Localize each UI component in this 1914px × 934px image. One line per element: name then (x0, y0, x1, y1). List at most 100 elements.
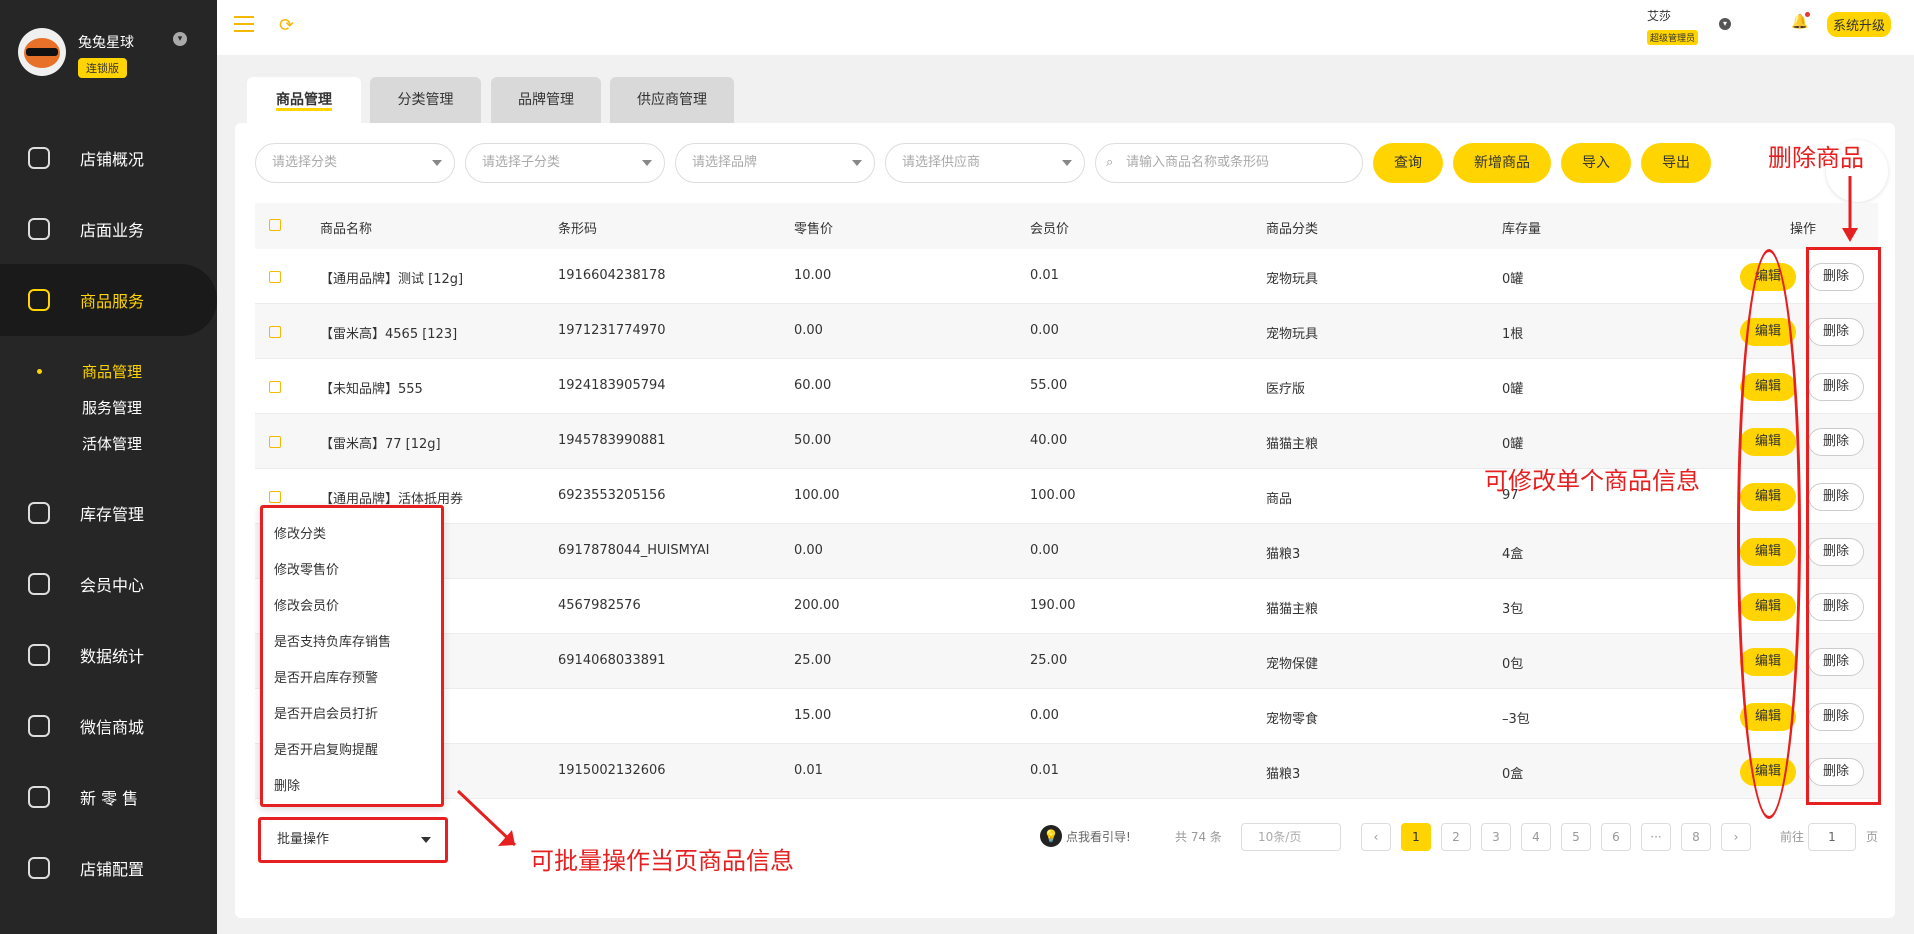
retail-price: 100.00 (794, 488, 840, 503)
batch-menu-item[interactable]: 是否开启会员打折 (274, 703, 378, 722)
row-checkbox[interactable] (269, 381, 281, 393)
member-price: 0.01 (1030, 268, 1059, 283)
barcode: 6923553205156 (558, 488, 666, 503)
guide-text: 点我看引导! (1066, 829, 1131, 844)
brand: 兔兔星球 连锁版 (18, 28, 134, 78)
add-product-button[interactable]: 新增商品 (1453, 143, 1551, 183)
category: 猫粮3 (1266, 547, 1301, 562)
goto-page-input[interactable]: 1 (1808, 823, 1856, 851)
stock: 0罐 (1502, 382, 1524, 397)
page-button[interactable]: 4 (1521, 823, 1551, 851)
page-button[interactable]: 3 (1481, 823, 1511, 851)
refresh-icon[interactable]: ⟳ (279, 15, 294, 36)
next-page-button[interactable]: › (1721, 823, 1751, 851)
retail-price: 15.00 (794, 708, 832, 723)
user-role-badge: 超级管理员 (1647, 30, 1699, 45)
box-icon (28, 502, 50, 524)
member-price: 25.00 (1030, 653, 1068, 668)
guide-link[interactable]: 💡 点我看引导! (1040, 825, 1131, 847)
annotation-delete: 删除商品 (1768, 144, 1864, 172)
member-price: 0.01 (1030, 763, 1059, 778)
batch-menu-item[interactable]: 修改分类 (274, 523, 326, 542)
prev-page-button[interactable]: ‹ (1361, 823, 1391, 851)
nav-item-members[interactable]: 会员中心 (0, 554, 217, 614)
nav-item-stats[interactable]: 数据统计 (0, 625, 217, 685)
batch-menu: 修改分类 修改零售价 修改会员价 是否支持负库存销售 是否开启库存预警 是否开启… (260, 505, 444, 807)
barcode: 1915002132606 (558, 763, 666, 778)
import-button[interactable]: 导入 (1561, 143, 1631, 183)
goto-label: 前往 (1780, 830, 1805, 844)
tab-category-management[interactable]: 分类管理 (370, 77, 481, 123)
annotation-edit: 可修改单个商品信息 (1484, 467, 1700, 495)
tab-brand-management[interactable]: 品牌管理 (491, 77, 601, 123)
nav-label: 会员中心 (80, 576, 145, 595)
retail-price: 50.00 (794, 433, 832, 448)
upgrade-button[interactable]: 系统升级 (1827, 12, 1892, 37)
page-button[interactable]: 1 (1401, 823, 1431, 851)
export-button[interactable]: 导出 (1641, 143, 1711, 183)
page-button[interactable]: 8 (1681, 823, 1711, 851)
retail-price: 0.01 (794, 763, 823, 778)
row-checkbox[interactable] (269, 326, 281, 338)
batch-operation-select[interactable]: 批量操作 (258, 817, 448, 863)
search-input[interactable]: ⌕ 请输入商品名称或条形码 (1095, 143, 1363, 183)
nav-item-overview[interactable]: 店铺概况 (0, 128, 217, 188)
member-price: 0.00 (1030, 543, 1059, 558)
subnav-service-management[interactable]: 服务管理 (82, 397, 142, 418)
active-dot (37, 369, 42, 374)
nav-item-products[interactable]: 商品服务 (0, 264, 217, 336)
row-checkbox[interactable] (269, 271, 281, 283)
member-price: 40.00 (1030, 433, 1068, 448)
product-name: 【通用品牌】测试 [12g] (320, 272, 464, 287)
query-button[interactable]: 查询 (1373, 143, 1443, 183)
avatar[interactable] (18, 28, 66, 76)
batch-menu-item[interactable]: 是否支持负库存销售 (274, 631, 391, 650)
row-checkbox[interactable] (269, 491, 281, 503)
batch-menu-item[interactable]: 是否开启复购提醒 (274, 739, 378, 758)
batch-menu-item[interactable]: 修改零售价 (274, 559, 339, 578)
chevron-down-icon[interactable]: ▾ (173, 32, 187, 46)
category: 猫猫主粮 (1266, 437, 1319, 452)
select-all-checkbox[interactable] (269, 219, 281, 231)
nav-label: 店面业务 (80, 221, 145, 240)
page-size-select[interactable]: 10条/页 (1241, 823, 1341, 851)
nav-label: 微信商城 (80, 718, 145, 737)
chevron-down-icon[interactable]: ▾ (1719, 18, 1731, 30)
brand-select[interactable]: 请选择品牌 (675, 143, 875, 183)
member-price: 55.00 (1030, 378, 1068, 393)
row-checkbox[interactable] (269, 436, 281, 448)
subnav-live-management[interactable]: 活体管理 (82, 433, 142, 454)
category-select[interactable]: 请选择分类 (255, 143, 455, 183)
tab-supplier-management[interactable]: 供应商管理 (610, 77, 734, 123)
page-button[interactable]: 6 (1601, 823, 1631, 851)
nav-item-wechat[interactable]: 微信商城 (0, 696, 217, 756)
nav-item-store[interactable]: 店面业务 (0, 199, 217, 259)
nav-item-inventory[interactable]: 库存管理 (0, 483, 217, 543)
page-unit: 页 (1866, 830, 1879, 844)
tab-label: 商品管理 (276, 92, 332, 111)
nav-item-retail[interactable]: 新 零 售 (0, 767, 217, 827)
batch-menu-item[interactable]: 修改会员价 (274, 595, 339, 614)
delete-annotation-box (1806, 247, 1881, 805)
subnav-product-management[interactable]: 商品管理 (82, 361, 142, 382)
page-ellipsis[interactable]: ··· (1641, 823, 1671, 851)
total-count: 共 74 条 (1175, 830, 1222, 844)
col-actions: 操作 (1790, 222, 1817, 237)
user-name[interactable]: 艾莎 (1647, 7, 1671, 24)
col-category: 商品分类 (1266, 222, 1319, 237)
supplier-select[interactable]: 请选择供应商 (885, 143, 1085, 183)
page-button[interactable]: 2 (1441, 823, 1471, 851)
col-name: 商品名称 (320, 222, 373, 237)
menu-icon[interactable] (234, 16, 254, 32)
tab-product-management[interactable]: 商品管理 (247, 77, 361, 123)
store-name: 兔兔星球 (78, 35, 134, 51)
page-button[interactable]: 5 (1561, 823, 1591, 851)
category: 医疗版 (1266, 382, 1306, 397)
nav-item-config[interactable]: 店铺配置 (0, 838, 217, 898)
table-row: 15.00 0.00 宠物零食 –3包 编辑 删除 (255, 689, 1878, 744)
batch-menu-item[interactable]: 删除 (274, 775, 300, 794)
batch-menu-item[interactable]: 是否开启库存预警 (274, 667, 378, 686)
bag-icon (28, 289, 50, 311)
table-row: 125]19150021326060.010.01猫粮30盒编辑删除 (255, 744, 1878, 799)
subcategory-select[interactable]: 请选择子分类 (465, 143, 665, 183)
